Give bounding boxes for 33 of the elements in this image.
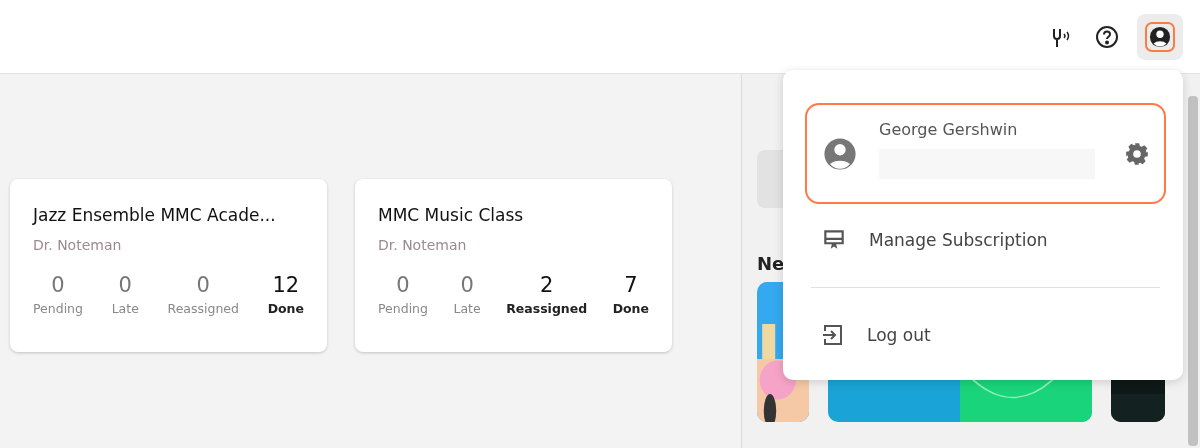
stat-count: 12 (272, 273, 300, 297)
stat-label: Done (612, 301, 649, 316)
stat-label: Reassigned (506, 301, 588, 316)
stat-count: 2 (539, 273, 554, 297)
logout-icon (821, 323, 845, 347)
stat-label: Reassigned (167, 301, 239, 316)
settings-icon[interactable] (1124, 140, 1150, 167)
section-heading: Ne (757, 253, 786, 274)
stat-label: Late (111, 301, 139, 316)
stat-label: Pending (378, 301, 428, 316)
stat-label: Late (453, 301, 481, 316)
stat-count: 0 (196, 273, 210, 297)
account-icon (1149, 25, 1171, 48)
user-name: George Gershwin (879, 120, 1019, 139)
avatar-icon (823, 136, 857, 171)
class-title: MMC Music Class (378, 205, 525, 225)
menu-item[interactable]: Manage Subscription (805, 210, 1166, 270)
stat-count: 0 (396, 273, 410, 297)
stat-label: Done (267, 301, 304, 316)
stat-count: 0 (460, 273, 474, 297)
stat-label: Pending (33, 301, 83, 316)
teacher-name: Dr. Noteman (33, 237, 123, 253)
stat-count: 0 (118, 273, 132, 297)
teacher-name: Dr. Noteman (378, 237, 468, 253)
class-card[interactable]: Jazz Ensemble MMC Acade... Dr. Noteman 0 Pending 0 Late 0 Reassigned 12 Done (10, 179, 327, 352)
scrollbar-thumb[interactable] (1188, 96, 1198, 446)
class-card[interactable]: MMC Music Class Dr. Noteman 0 Pending 0 Late 2 Reassigned 7 Done (355, 179, 672, 352)
account-button[interactable] (1137, 13, 1183, 60)
stat-count: 7 (624, 273, 638, 297)
class-title: Jazz Ensemble MMC Acade... (33, 205, 277, 225)
menu-item[interactable]: Log out (805, 305, 1166, 365)
profile-card[interactable]: George Gershwin (805, 103, 1166, 204)
stat-count: 0 (51, 273, 65, 297)
